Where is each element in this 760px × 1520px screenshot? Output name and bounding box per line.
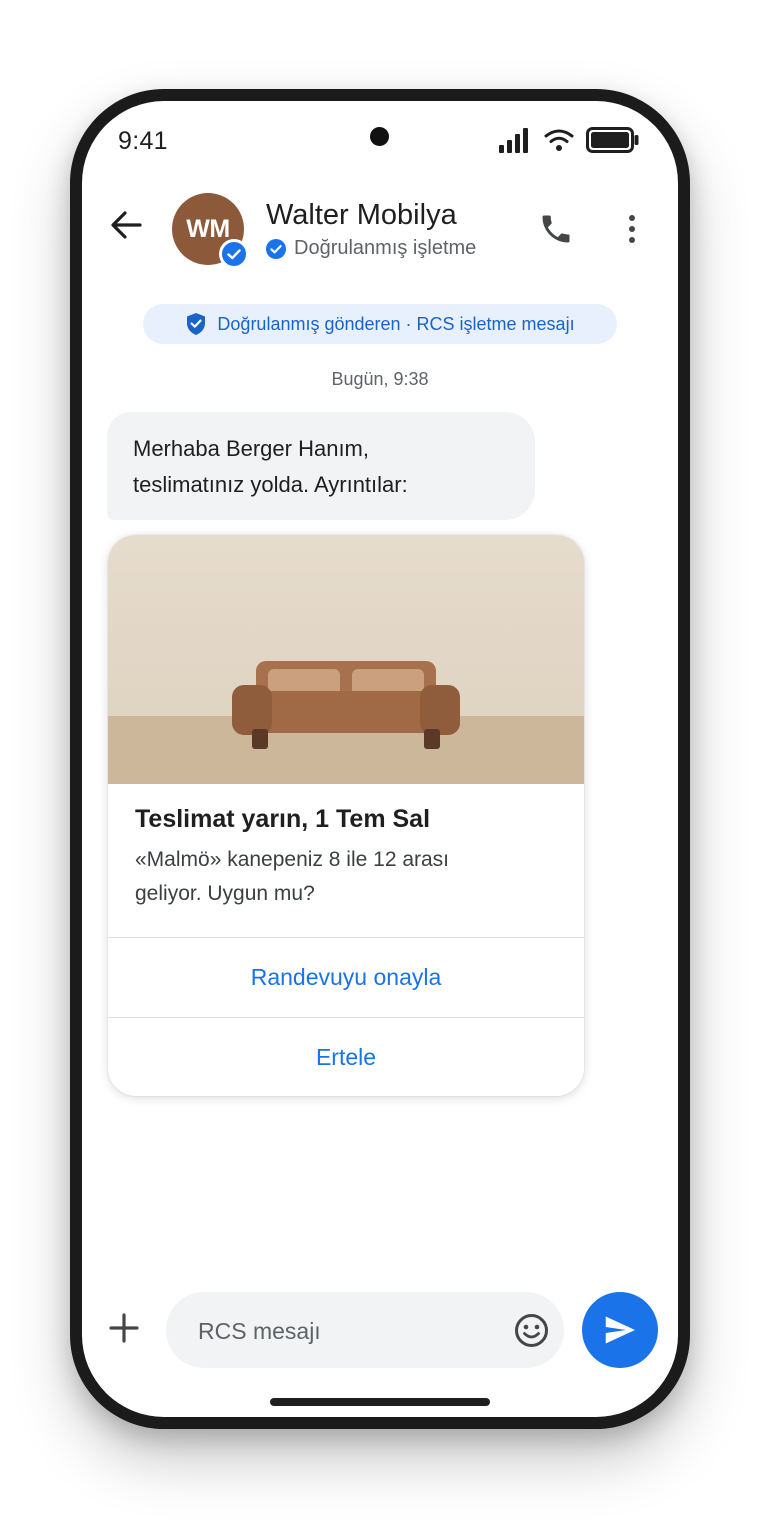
message-bubble[interactable]: Merhaba Berger Hanım, teslimatınız yolda… — [107, 412, 535, 520]
sofa-illustration — [232, 661, 460, 749]
add-icon[interactable] — [106, 1310, 142, 1346]
rich-card-description-line: geliyor. Uygun mu? — [135, 882, 315, 905]
message-line: teslimatınız yolda. Ayrıntılar: — [133, 472, 408, 497]
shield-check-icon — [187, 313, 206, 335]
stage: 9:41 WM Walter Mobilya Doğrulanmış işlet… — [0, 0, 760, 1520]
rich-card-description: «Malmö» kanepeniz 8 ile 12 arası geliyor… — [135, 843, 555, 911]
rich-card-title: Teslimat yarın, 1 Tem Sal — [135, 805, 431, 833]
rich-card: Teslimat yarın, 1 Tem Sal «Malmö» kanepe… — [108, 535, 584, 1096]
avatar-verified-badge — [219, 239, 249, 269]
sender-notice-text: Doğrulanmış gönderen · RCS işletme mesaj… — [217, 313, 575, 334]
wifi-icon — [544, 129, 574, 151]
camera-cutout — [370, 127, 389, 146]
send-icon — [605, 1316, 635, 1344]
home-indicator[interactable] — [270, 1398, 490, 1406]
phone-frame: 9:41 WM Walter Mobilya Doğrulanmış işlet… — [70, 89, 690, 1429]
contact-name[interactable]: Walter Mobilya — [266, 199, 457, 232]
battery-icon — [586, 127, 639, 153]
status-time: 9:41 — [118, 127, 168, 155]
signal-icon — [499, 128, 528, 153]
date-label: Bugün, 9:38 — [331, 369, 429, 389]
rich-card-description-line: «Malmö» kanepeniz 8 ile 12 arası — [135, 848, 450, 871]
rich-card-image[interactable] — [108, 535, 584, 784]
compose-field — [166, 1292, 564, 1370]
emoji-icon[interactable] — [514, 1313, 549, 1348]
confirm-appointment-button[interactable]: Randevuyu onayla — [108, 937, 584, 1016]
back-arrow-icon[interactable] — [108, 207, 144, 243]
message-input[interactable] — [196, 1292, 490, 1370]
message-line: Merhaba Berger Hanım, — [133, 436, 369, 461]
send-button[interactable] — [582, 1292, 658, 1368]
verified-business-label: Doğrulanmış işletme — [266, 237, 476, 260]
verified-sender-notice: Doğrulanmış gönderen · RCS işletme mesaj… — [143, 304, 617, 344]
phone-screen: 9:41 WM Walter Mobilya Doğrulanmış işlet… — [82, 101, 678, 1417]
verified-check-icon — [266, 238, 286, 259]
verified-check-icon — [222, 242, 246, 266]
verified-business-text: Doğrulanmış işletme — [294, 237, 477, 259]
postpone-button[interactable]: Ertele — [108, 1017, 584, 1096]
phone-icon[interactable] — [538, 211, 574, 247]
more-vert-icon[interactable] — [618, 211, 646, 247]
